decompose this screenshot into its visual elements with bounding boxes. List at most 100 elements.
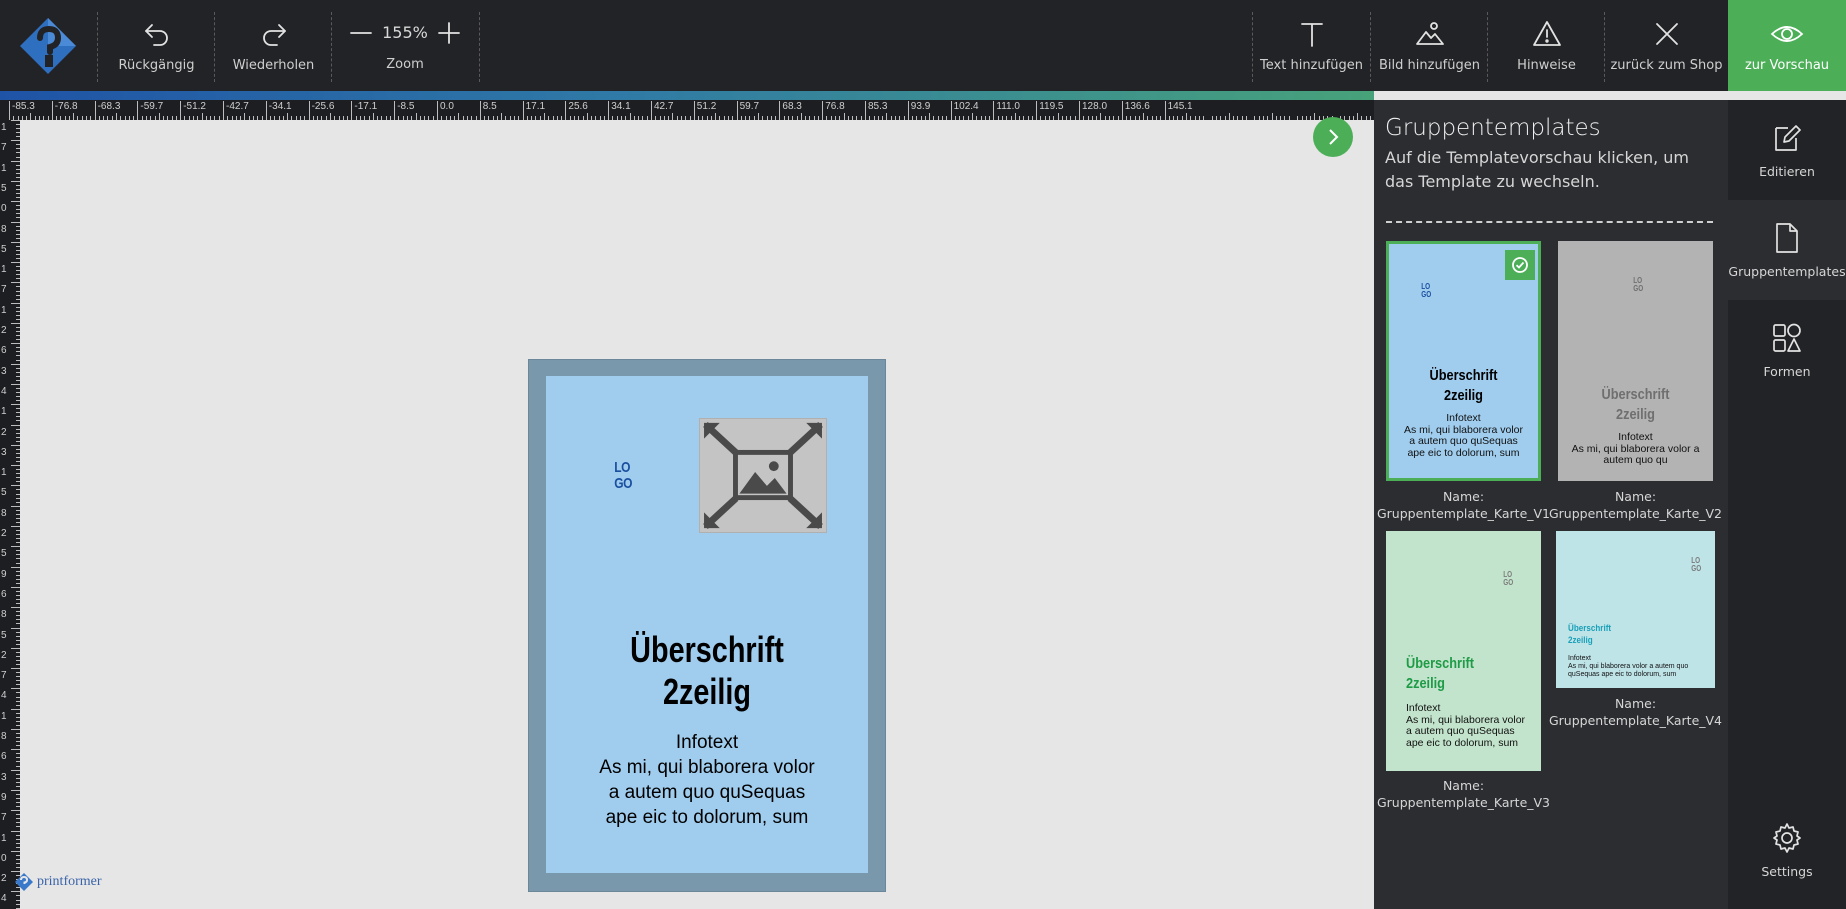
ruler-label: -34.1 [268, 101, 292, 112]
add-text-label: Text hinzufügen [1260, 57, 1363, 73]
ruler-tick [11, 120, 20, 121]
tab-edit-label: Editieren [1759, 163, 1815, 179]
ruler-label: 9 [1, 791, 7, 803]
ruler-tick [907, 101, 909, 120]
ruler-label: 7 [1, 670, 7, 682]
ruler-horizontal[interactable]: -85.3 -76.8 -68.3 -59.7 -51.2 -42.7 -34.1 -25.6… [0, 100, 1374, 120]
template-thumbnail[interactable]: LO GO Überschrift 2zeilig Infotext As mi, … [1386, 531, 1541, 771]
ruler-vertical[interactable]: 1 7 1 5 0 8 5 1 7 1 2 6 3 4 1 2 3 1 5 8 2 5 9 6 8 5 2 7 4 1 8 6 3 9 7 1 0 2 4 [0, 120, 20, 909]
ruler-tick [11, 424, 20, 426]
card-bleed-area: LO GO Überschrift 2zeilig Infotext As mi… [528, 359, 886, 892]
zoom-control: 155% Zoom [331, 0, 479, 91]
zoom-label: Zoom [386, 57, 424, 72]
card-info-text[interactable]: Infotext As mi, qui blaborera volor a au… [546, 730, 868, 830]
ruler-tick [94, 101, 96, 120]
ruler-tick [993, 101, 995, 120]
ruler-tick [972, 113, 973, 120]
ruler-tick [330, 113, 331, 120]
design-canvas[interactable]: LO GO Überschrift 2zeilig Infotext As mi… [20, 120, 1374, 909]
template-thumbnail[interactable]: LO GO Überschrift 2zeilig Infotext As mi, … [1558, 241, 1713, 481]
add-image-button[interactable]: Bild hinzufügen [1371, 0, 1488, 91]
ruler-label: 0 [1, 203, 7, 215]
ruler-tick [415, 113, 417, 120]
ruler-label: 8 [1, 731, 7, 742]
image-placeholder-icon [703, 422, 823, 529]
template-thumbnail[interactable]: LO GO Überschrift 2zeilig Infotext As mi, … [1556, 531, 1715, 688]
tab-shapes[interactable]: Formen [1728, 300, 1846, 400]
ruler-label: 5 [1, 629, 7, 641]
template-name-value: Gruppentemplate_Karte_V1 [1376, 506, 1551, 521]
add-text-button[interactable]: Text hinzufügen [1253, 0, 1370, 91]
template-name-prefix: Name: [1442, 778, 1485, 793]
ruler-label: 3 [1, 365, 7, 377]
ruler-tick [11, 668, 20, 670]
template-logo: LO GO [1503, 570, 1514, 587]
ruler-tick [544, 113, 545, 120]
card-image-placeholder[interactable] [699, 418, 827, 533]
card-design[interactable]: LO GO Überschrift 2zeilig Infotext As mi… [546, 376, 868, 873]
ruler-label: 51.2 [696, 101, 717, 112]
ruler-tick [394, 101, 396, 120]
ruler-label: 145.1 [1167, 101, 1193, 112]
preview-button[interactable]: zur Vorschau [1728, 0, 1846, 91]
ruler-tick [11, 444, 20, 446]
brand-name: printformer [37, 874, 102, 889]
ruler-tick [458, 113, 460, 120]
back-to-shop-button[interactable]: zurück zum Shop [1605, 0, 1728, 91]
ruler-label: 1 [1, 304, 7, 316]
tab-settings-label: Settings [1761, 863, 1813, 879]
ruler-tick [137, 101, 139, 120]
ruler-label: 3 [1, 446, 7, 458]
ruler-tick [11, 647, 20, 649]
redo-icon [262, 23, 286, 46]
ruler-tick [1228, 113, 1230, 120]
ruler-tick [715, 113, 717, 120]
card-heading-line: Überschrift [630, 629, 784, 670]
ruler-label: 0 [1, 852, 7, 864]
ruler-label: 59.7 [739, 101, 760, 112]
ruler-tick [950, 101, 952, 120]
redo-button[interactable]: Wiederholen [215, 0, 332, 91]
ruler-tick [51, 101, 53, 120]
printformer-logo-icon [15, 873, 33, 891]
ruler-tick [586, 113, 588, 120]
card-logo-placeholder[interactable]: LO GO [614, 460, 632, 492]
undo-button[interactable]: Rückgängig [98, 0, 215, 91]
template-info-text: Infotext As mi, qui blaborera volor a au… [1406, 702, 1526, 749]
ruler-tick [201, 113, 203, 120]
ruler-label: -42.7 [226, 101, 249, 112]
ruler-tick [116, 113, 117, 120]
template-name: Name: Gruppentemplate_Karte_V3 [1374, 777, 1554, 811]
ruler-tick [11, 830, 20, 832]
ruler-tick [11, 201, 20, 203]
card-heading[interactable]: Überschrift 2zeilig [578, 629, 836, 713]
ruler-tick [11, 323, 20, 324]
back-to-shop-label: zurück zum Shop [1610, 57, 1723, 73]
ruler-tick [372, 113, 374, 120]
ruler-tick [565, 101, 567, 120]
ruler-tick [11, 769, 20, 771]
mountain-image-icon [1415, 21, 1444, 45]
ruler-label: 128.0 [1082, 101, 1108, 112]
tab-edit[interactable]: Editieren [1728, 100, 1846, 200]
ruler-tick [843, 113, 845, 120]
ruler-label: 3 [1, 771, 7, 783]
ruler-label: 25.6 [568, 101, 588, 112]
tab-settings[interactable]: Settings [1728, 800, 1846, 900]
zoom-in-button[interactable] [434, 18, 464, 48]
tab-group-templates[interactable]: Gruppentemplates [1728, 200, 1846, 300]
template-info-text: Infotext As mi, qui blaborera volor a au… [1571, 431, 1700, 466]
app-logo[interactable] [18, 16, 78, 76]
hints-button[interactable]: Hinweise [1488, 0, 1605, 91]
plus-icon [438, 22, 460, 44]
tab-group-templates-label: Gruppentemplates [1728, 263, 1846, 279]
ruler-label: 4 [1, 385, 7, 397]
template-thumbnail[interactable]: LO GO Überschrift 2zeilig Infotext As mi, … [1386, 241, 1541, 481]
collapse-panel-button[interactable] [1313, 117, 1353, 157]
ruler-label: -51.2 [183, 101, 206, 112]
ruler-tick [1186, 113, 1187, 120]
ruler-label: 102.4 [953, 101, 979, 112]
ruler-label: 2 [1, 325, 7, 336]
ruler-tick [11, 302, 20, 304]
ruler-tick [244, 113, 246, 120]
